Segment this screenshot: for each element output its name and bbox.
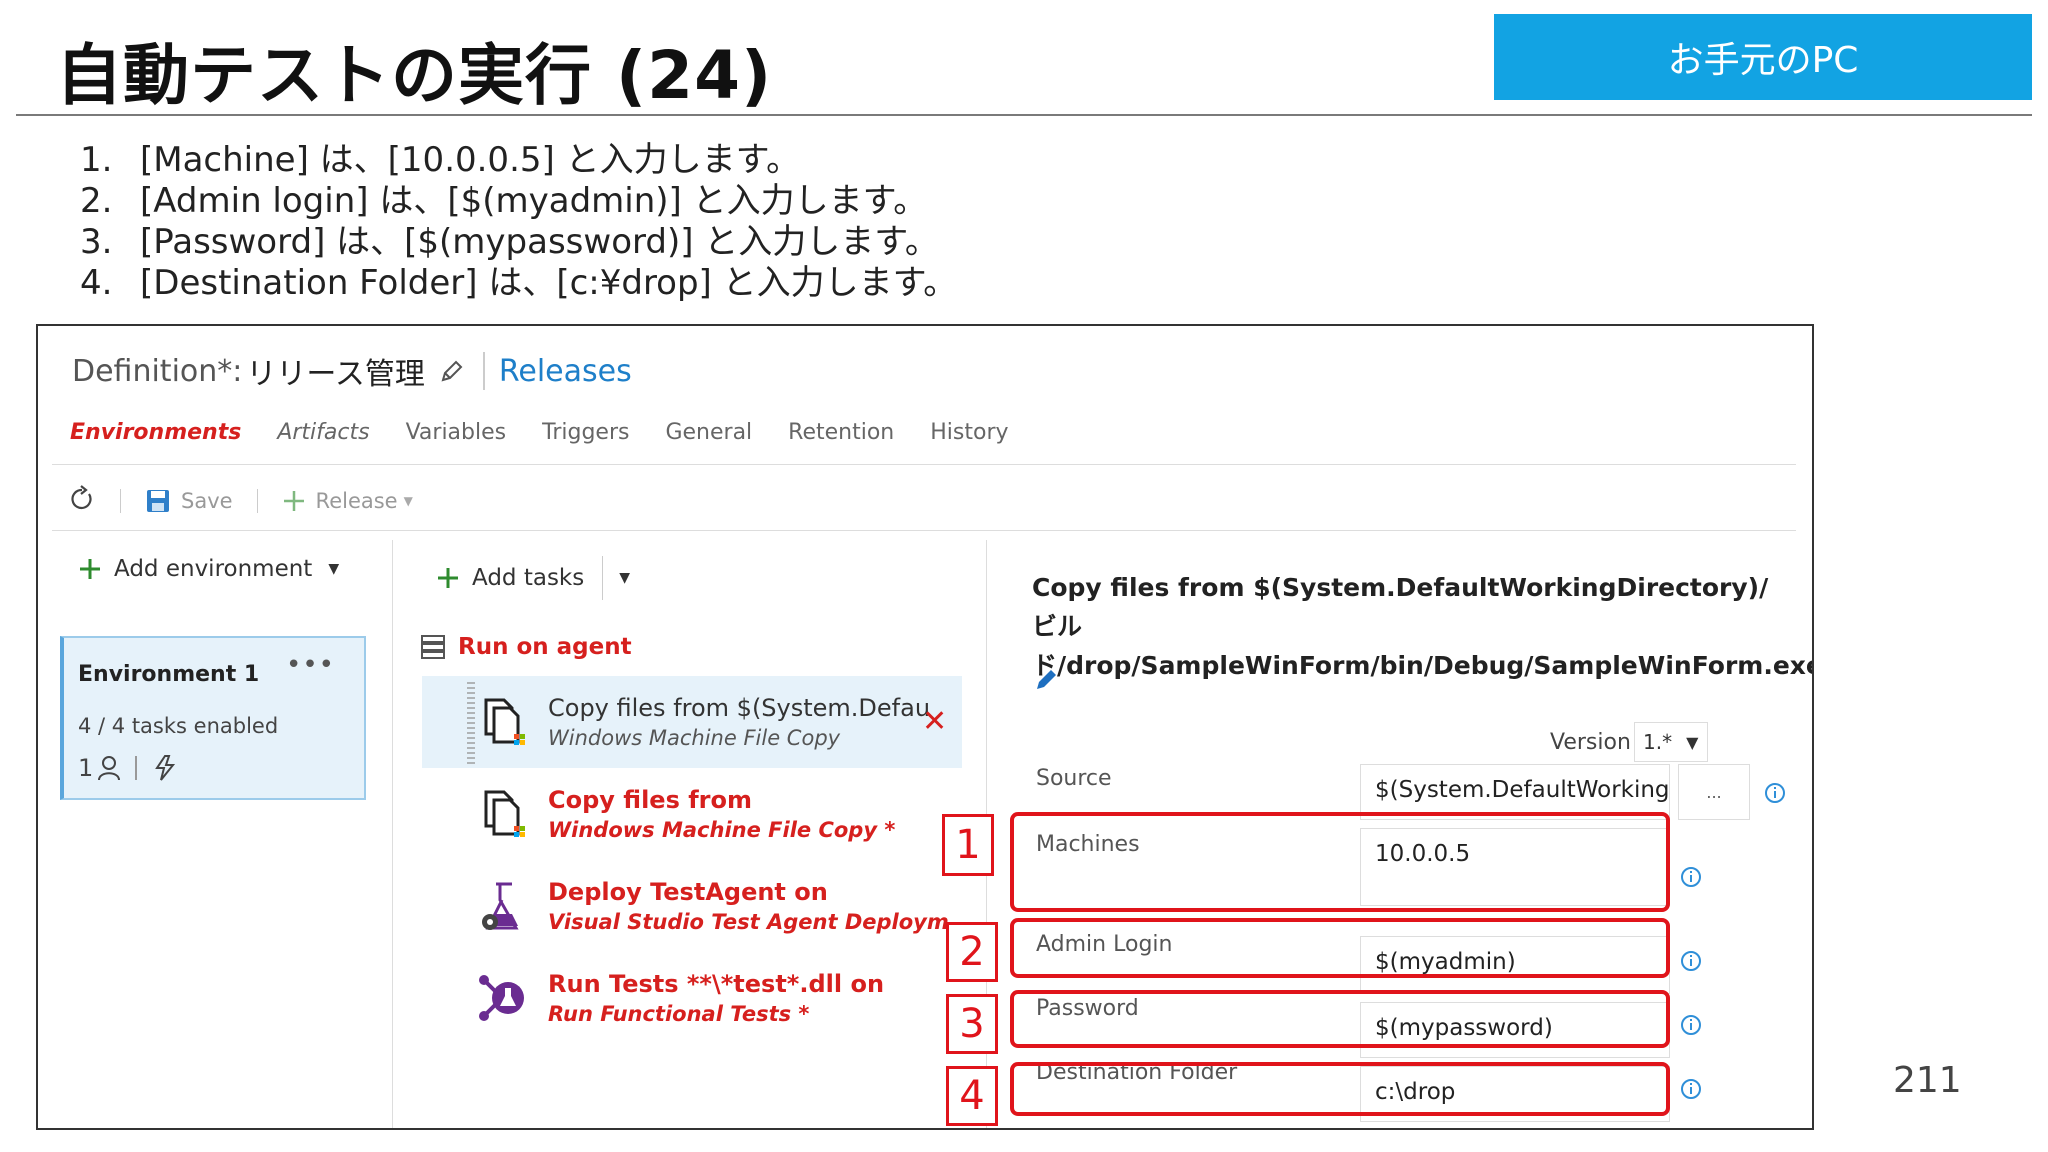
column-divider [392, 540, 393, 1128]
definition-tabs: Environments Artifacts Variables Trigger… [70, 420, 1045, 445]
task-type: Windows Machine File Copy * [548, 818, 896, 842]
meta-separator [135, 756, 138, 780]
slide-title: 自動テストの実行 (24) [56, 37, 773, 114]
remove-task-icon[interactable]: ✕ [922, 704, 947, 739]
step-item: 2. [Admin login] は、[$(myadmin)] と入力します。 [80, 181, 928, 221]
tab-environments[interactable]: Environments [70, 420, 241, 445]
task-type: Run Functional Tests * [548, 1002, 810, 1026]
add-environment-button[interactable]: Add environment ▼ [78, 556, 339, 582]
environment-card[interactable]: Environment 1 ••• 4 / 4 tasks enabled 1 [60, 636, 366, 800]
add-environment-label: Add environment [114, 556, 313, 582]
task-detail-title: Copy files from $(System.DefaultWorkingD… [1032, 573, 1814, 680]
add-tasks-button[interactable]: Add tasks ▼ [436, 556, 630, 600]
tab-general[interactable]: General [665, 420, 752, 445]
task-name: Copy files from $(System.Defau [548, 694, 931, 722]
toolbar-separator [256, 489, 258, 513]
tab-variables[interactable]: Variables [406, 420, 507, 445]
task-item[interactable]: Copy files from $(System.Defau Windows M… [474, 694, 930, 750]
releases-link[interactable]: Releases [499, 354, 632, 389]
info-icon[interactable] [1680, 866, 1702, 888]
chevron-down-icon[interactable]: ▼ [619, 570, 630, 586]
environment-title: Environment 1 [78, 662, 260, 687]
task-type: Visual Studio Test Agent Deploym [548, 910, 949, 934]
task-name: Run Tests **\*test*.dll on [548, 970, 885, 998]
edit-pencil-icon[interactable] [1034, 666, 1060, 696]
pc-badge: お手元のPC [1494, 14, 2032, 100]
step-item: 3. [Password] は、[$(mypassword)] と入力します。 [80, 222, 939, 262]
add-tasks-separator [602, 556, 604, 600]
chevron-down-icon: ▼ [403, 494, 413, 508]
person-icon[interactable] [97, 755, 121, 781]
admin-login-highlight [1010, 918, 1670, 978]
save-button[interactable]: Save [145, 488, 233, 514]
definition-name: リリース管理 [246, 357, 425, 392]
toolbar-divider [52, 530, 1796, 531]
callout-number: 2 [946, 922, 998, 982]
save-button-label: Save [181, 489, 233, 513]
task-name: Deploy TestAgent on [548, 878, 828, 906]
machines-highlight [1010, 812, 1670, 912]
callout-number: 4 [946, 1066, 998, 1126]
destination-folder-highlight [1010, 1062, 1670, 1116]
chevron-down-icon: ▼ [1686, 732, 1699, 752]
test-agent-icon [474, 878, 530, 934]
tab-history[interactable]: History [930, 420, 1008, 445]
plus-icon [80, 559, 100, 579]
toolbar-separator [120, 489, 121, 513]
header-separator [482, 352, 485, 390]
file-copy-icon [474, 694, 530, 750]
step-list: 1. [Machine] は、[10.0.0.5] と入力します。 2. [Admi… [80, 140, 957, 304]
task-item[interactable]: Deploy TestAgent on Visual Studio Test A… [474, 878, 949, 934]
step-item: 1. [Machine] は、[10.0.0.5] と入力します。 [80, 140, 801, 180]
file-copy-icon [474, 786, 530, 842]
tab-artifacts[interactable]: Artifacts [277, 420, 369, 445]
task-name: Copy files from [548, 786, 752, 814]
tab-retention[interactable]: Retention [788, 420, 894, 445]
browse-button[interactable]: ... [1678, 764, 1750, 820]
task-item[interactable]: Run Tests **\*test*.dll on Run Functiona… [474, 970, 884, 1026]
functional-test-icon [474, 970, 530, 1026]
approver-count: 1 [78, 754, 94, 782]
plus-icon [283, 491, 304, 511]
release-button[interactable]: Release ▼ [282, 489, 413, 513]
version-label: Version [1550, 730, 1631, 755]
page-number: 211 [1893, 1060, 1962, 1101]
info-icon[interactable] [1680, 1014, 1702, 1036]
save-icon [147, 490, 169, 512]
source-label: Source [1036, 766, 1112, 791]
definition-label: Definition*: [72, 353, 243, 389]
tasks-enabled-count: 4 / 4 tasks enabled [78, 714, 279, 738]
callout-number: 1 [942, 814, 994, 876]
release-button-label: Release [315, 489, 398, 513]
password-highlight [1010, 990, 1670, 1048]
title-divider [16, 114, 2032, 116]
tabs-divider [52, 464, 1796, 465]
more-options-icon[interactable]: ••• [286, 650, 335, 680]
add-tasks-label: Add tasks [472, 565, 585, 591]
info-icon[interactable] [1764, 782, 1786, 804]
definition-header: Definition*: リリース管理 Releases [72, 346, 632, 396]
step-item: 4. [Destination Folder] は、[c:¥drop] と入力しま… [80, 263, 958, 303]
task-type: Windows Machine File Copy [548, 726, 841, 750]
rename-pencil-icon[interactable] [439, 358, 465, 384]
info-icon[interactable] [1680, 950, 1702, 972]
tab-triggers[interactable]: Triggers [542, 420, 629, 445]
callout-number: 3 [946, 994, 998, 1054]
toolbar: Save Release ▼ [68, 478, 413, 524]
version-select[interactable]: 1.* ▼ [1634, 722, 1708, 762]
chevron-down-icon: ▼ [328, 561, 340, 577]
info-icon[interactable] [1680, 1078, 1702, 1100]
server-icon [421, 635, 445, 659]
task-item[interactable]: Copy files from Windows Machine File Cop… [474, 786, 895, 842]
deployment-trigger-icon[interactable] [151, 754, 179, 782]
environment-meta: 1 [78, 754, 179, 782]
agent-phase-header[interactable]: Run on agent [420, 634, 632, 660]
version-value: 1.* [1643, 730, 1673, 754]
phase-label: Run on agent [458, 634, 632, 660]
refresh-icon[interactable] [68, 485, 96, 517]
plus-icon [438, 568, 458, 588]
